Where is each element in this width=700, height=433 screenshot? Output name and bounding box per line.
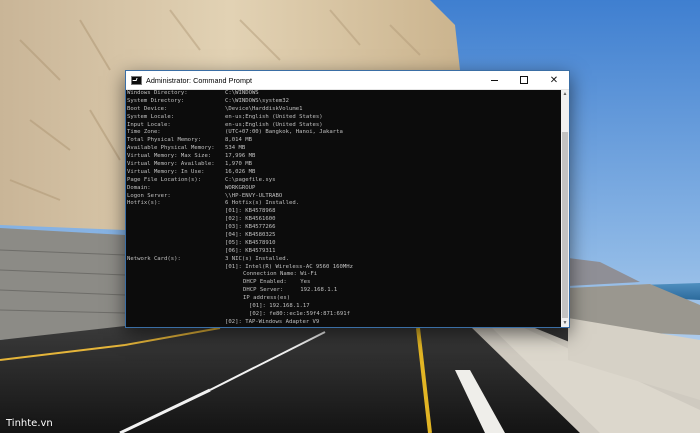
command-prompt-icon	[131, 75, 142, 85]
vertical-scrollbar[interactable]: ▲ ▼	[561, 90, 569, 327]
close-button[interactable]: ✕	[539, 71, 569, 89]
console-line: Virtual Memory: In Use: 16,026 MB	[127, 169, 561, 177]
nic-detail: DHCP Server: 192.168.1.1	[243, 287, 338, 294]
minimize-button[interactable]	[479, 71, 509, 89]
console-line: Available Physical Memory: 534 MB	[127, 145, 561, 153]
nic-detail-line: DHCP Server: 192.168.1.1	[127, 287, 561, 295]
nic-detail-line: DHCP Enabled: Yes	[127, 279, 561, 287]
field-value: (UTC+07:00) Bangkok, Hanoi, Jakarta	[225, 129, 343, 136]
nic-line: [02]: TAP-Windows Adapter V9	[127, 319, 561, 327]
nic-detail-line: IP address(es)	[127, 295, 561, 303]
minimize-icon	[490, 79, 498, 81]
field-value: C:\WINDOWS\system32	[225, 97, 289, 104]
console-line: Virtual Memory: Max Size: 17,996 MB	[127, 153, 561, 161]
nic-detail: Connection Name: Wi-Fi	[243, 271, 318, 278]
field-value: \\HP-ENVY-ULTRABO	[225, 192, 283, 199]
console-line: Boot Device: \Device\HarddiskVolume1	[127, 106, 561, 114]
field-key: Input Locale:	[127, 121, 171, 128]
scroll-down-arrow-icon[interactable]: ▼	[561, 319, 569, 327]
field-key: System Locale:	[127, 113, 175, 120]
maximize-button[interactable]	[509, 71, 539, 89]
hotfix-entry: [03]: KB4577266	[225, 224, 276, 231]
field-key: Windows Directory:	[127, 90, 188, 96]
field-value: en-us;English (United States)	[225, 113, 323, 120]
hotfix-entry: [04]: KB4580325	[225, 232, 276, 239]
field-value: WORKGROUP	[225, 184, 256, 191]
field-value: \Device\HarddiskVolume1	[225, 105, 303, 112]
field-value: C:\pagefile.sys	[225, 176, 276, 183]
field-value: 534 MB	[225, 145, 246, 152]
hotfix-line: [03]: KB4577266	[127, 224, 561, 232]
field-key: Domain:	[127, 184, 151, 191]
field-value: 6 Hotfix(s) Installed.	[225, 200, 300, 207]
hotfix-entry: [06]: KB4579311	[225, 247, 276, 254]
ip-line: [02]: fe80::ec1e:59f4:871:691f	[127, 311, 561, 319]
field-key: Network Card(s):	[127, 255, 181, 262]
field-key: System Directory:	[127, 97, 185, 104]
console-line: Windows Directory: C:\WINDOWS	[127, 90, 561, 98]
scroll-up-arrow-icon[interactable]: ▲	[561, 90, 569, 98]
console-line: Page File Location(s): C:\pagefile.sys	[127, 177, 561, 185]
field-value: 1,970 MB	[225, 161, 252, 168]
console-line: Input Locale: en-us;English (United State…	[127, 122, 561, 130]
command-prompt-window[interactable]: Administrator: Command Prompt ✕ Windows …	[125, 70, 570, 328]
field-value: 8,014 MB	[225, 137, 252, 144]
field-key: Virtual Memory: Available:	[127, 161, 215, 168]
field-key: Virtual Memory: Max Size:	[127, 153, 212, 160]
field-value: 3 NIC(s) Installed.	[225, 255, 289, 262]
ip-entry: [01]: 192.168.1.17	[249, 303, 310, 310]
hotfix-line: [01]: KB4578968	[127, 208, 561, 216]
console-output[interactable]: Windows Directory: C:\WINDOWS System Dire…	[126, 90, 561, 327]
field-key: Total Physical Memory:	[127, 137, 202, 144]
hotfix-entry: [02]: KB4561600	[225, 216, 276, 223]
field-key: Logon Server:	[127, 192, 171, 199]
nic-line: [01]: Intel(R) Wireless-AC 9560 160MHz	[127, 264, 561, 272]
console-line: Domain: WORKGROUP	[127, 185, 561, 193]
hotfix-line: [02]: KB4561600	[127, 216, 561, 224]
window-titlebar[interactable]: Administrator: Command Prompt ✕	[126, 71, 569, 90]
field-key: Time Zone:	[127, 129, 161, 136]
nic-entry: [01]: Intel(R) Wireless-AC 9560 160MHz	[225, 263, 353, 270]
console-line: Virtual Memory: Available: 1,970 MB	[127, 161, 561, 169]
console-line: System Locale: en-us;English (United Stat…	[127, 114, 561, 122]
field-value: C:\WINDOWS	[225, 90, 259, 96]
nic-detail-line: Connection Name: Wi-Fi	[127, 271, 561, 279]
nic-entry: [02]: TAP-Windows Adapter V9	[225, 318, 320, 325]
console-line: Total Physical Memory: 8,014 MB	[127, 137, 561, 145]
hotfix-line: [04]: KB4580325	[127, 232, 561, 240]
field-value: 16,026 MB	[225, 168, 256, 175]
field-key: Virtual Memory: In Use:	[127, 168, 205, 175]
console-line: Network Card(s): 3 NIC(s) Installed.	[127, 256, 561, 264]
hotfix-entry: [01]: KB4578968	[225, 208, 276, 215]
watermark-text: Tinhte.vn	[6, 418, 53, 429]
scrollbar-thumb[interactable]	[562, 132, 568, 318]
field-value: en-us;English (United States)	[225, 121, 323, 128]
nic-detail: IP address(es)	[243, 295, 291, 302]
field-key: Hotfix(s):	[127, 200, 161, 207]
field-key: Page File Location(s):	[127, 176, 202, 183]
hotfix-line: [05]: KB4578910	[127, 240, 561, 248]
field-key: Boot Device:	[127, 105, 168, 112]
ip-line: [01]: 192.168.1.17	[127, 303, 561, 311]
nic-detail: DHCP Enabled: Yes	[243, 279, 311, 286]
close-icon: ✕	[549, 74, 559, 86]
maximize-icon	[520, 76, 528, 84]
window-title: Administrator: Command Prompt	[146, 75, 253, 85]
console-line: Time Zone: (UTC+07:00) Bangkok, Hanoi, Ja…	[127, 129, 561, 137]
console-line: Hotfix(s): 6 Hotfix(s) Installed.	[127, 200, 561, 208]
field-key: Available Physical Memory:	[127, 145, 215, 152]
hotfix-line: [06]: KB4579311	[127, 248, 561, 256]
field-value: 17,996 MB	[225, 153, 256, 160]
console-line: Logon Server: \\HP-ENVY-ULTRABO	[127, 193, 561, 201]
ip-entry: [02]: fe80::ec1e:59f4:871:691f	[249, 310, 351, 317]
hotfix-entry: [05]: KB4578910	[225, 239, 276, 246]
console-line: System Directory: C:\WINDOWS\system32	[127, 98, 561, 106]
